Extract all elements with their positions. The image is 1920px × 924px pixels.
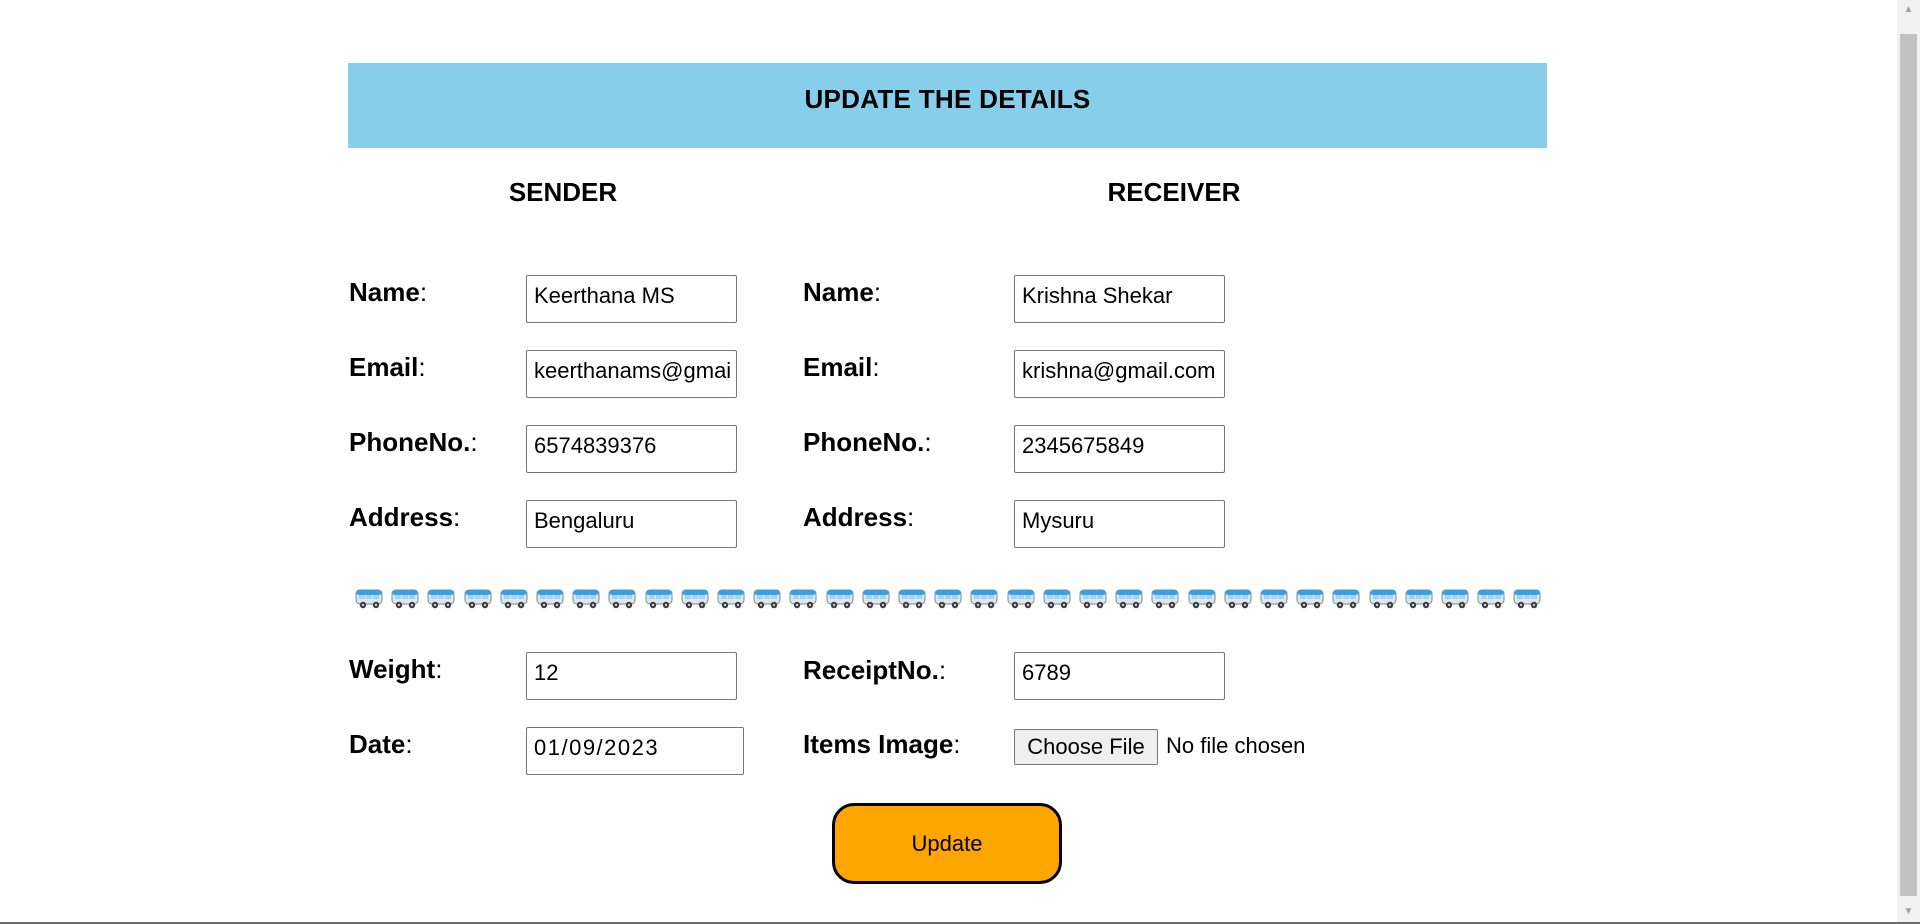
weight-label: Weight: — [349, 654, 443, 684]
receiver-name-input[interactable] — [1014, 275, 1225, 323]
bus-icon — [1405, 589, 1433, 609]
sender-phone-label: PhoneNo.: — [349, 427, 478, 457]
file-status: No file chosen — [1166, 733, 1306, 758]
bus-icon — [1224, 589, 1252, 609]
bus-icon — [1513, 589, 1541, 609]
sender-phone-input[interactable] — [526, 425, 737, 473]
bus-icon — [898, 589, 926, 609]
bus-icon — [1043, 589, 1071, 609]
sender-address-label: Address: — [349, 502, 461, 532]
items-image-label: Items Image: — [803, 729, 961, 759]
sender-email-label: Email: — [349, 352, 426, 382]
receipt-input[interactable] — [1014, 652, 1225, 700]
bus-icon — [500, 589, 528, 609]
sender-address-input[interactable] — [526, 500, 737, 548]
bus-icon — [1151, 589, 1179, 609]
bus-icon — [572, 589, 600, 609]
bus-divider — [350, 584, 1546, 614]
bus-icon — [789, 589, 817, 609]
receipt-label: ReceiptNo.: — [803, 655, 947, 685]
bus-icon — [717, 589, 745, 609]
page-title: UPDATE THE DETAILS — [348, 63, 1547, 148]
scrollbar-thumb[interactable] — [1900, 34, 1917, 896]
sender-name-input[interactable] — [526, 275, 737, 323]
receiver-email-input[interactable] — [1014, 350, 1225, 398]
bus-icon — [355, 589, 383, 609]
bus-icon — [970, 589, 998, 609]
bus-icon — [1188, 589, 1216, 609]
bus-icon — [427, 589, 455, 609]
bus-icon — [464, 589, 492, 609]
date-input[interactable] — [526, 727, 744, 775]
bus-icon — [862, 589, 890, 609]
receiver-phone-input[interactable] — [1014, 425, 1225, 473]
bus-icon — [1332, 589, 1360, 609]
choose-file-button[interactable]: Choose File — [1014, 729, 1158, 765]
bus-icon — [1477, 589, 1505, 609]
bus-icon — [1441, 589, 1469, 609]
bus-icon — [608, 589, 636, 609]
sender-name-label: Name: — [349, 277, 428, 307]
receiver-heading: RECEIVER — [1107, 177, 1241, 207]
weight-input[interactable] — [526, 652, 737, 700]
receiver-phone-label: PhoneNo.: — [803, 427, 932, 457]
scroll-down-arrow-icon[interactable]: ▼ — [1897, 902, 1920, 922]
bus-icon — [1007, 589, 1035, 609]
bus-icon — [645, 589, 673, 609]
scroll-up-arrow-icon[interactable]: ▲ — [1897, 0, 1920, 20]
sender-heading: SENDER — [508, 177, 618, 207]
bus-icon — [1260, 589, 1288, 609]
vertical-scrollbar[interactable]: ▲ ▼ — [1897, 0, 1920, 922]
bus-icon — [536, 589, 564, 609]
sender-email-input[interactable] — [526, 350, 737, 398]
receiver-address-label: Address: — [803, 502, 915, 532]
bus-icon — [681, 589, 709, 609]
bus-icon — [1115, 589, 1143, 609]
bus-icon — [826, 589, 854, 609]
receiver-email-label: Email: — [803, 352, 880, 382]
bus-icon — [934, 589, 962, 609]
bus-icon — [1296, 589, 1324, 609]
receiver-name-label: Name: — [803, 277, 882, 307]
date-label: Date: — [349, 729, 413, 759]
bus-icon — [753, 589, 781, 609]
bus-icon — [391, 589, 419, 609]
bus-icon — [1369, 589, 1397, 609]
update-button[interactable]: Update — [832, 803, 1062, 884]
bus-icon — [1079, 589, 1107, 609]
receiver-address-input[interactable] — [1014, 500, 1225, 548]
